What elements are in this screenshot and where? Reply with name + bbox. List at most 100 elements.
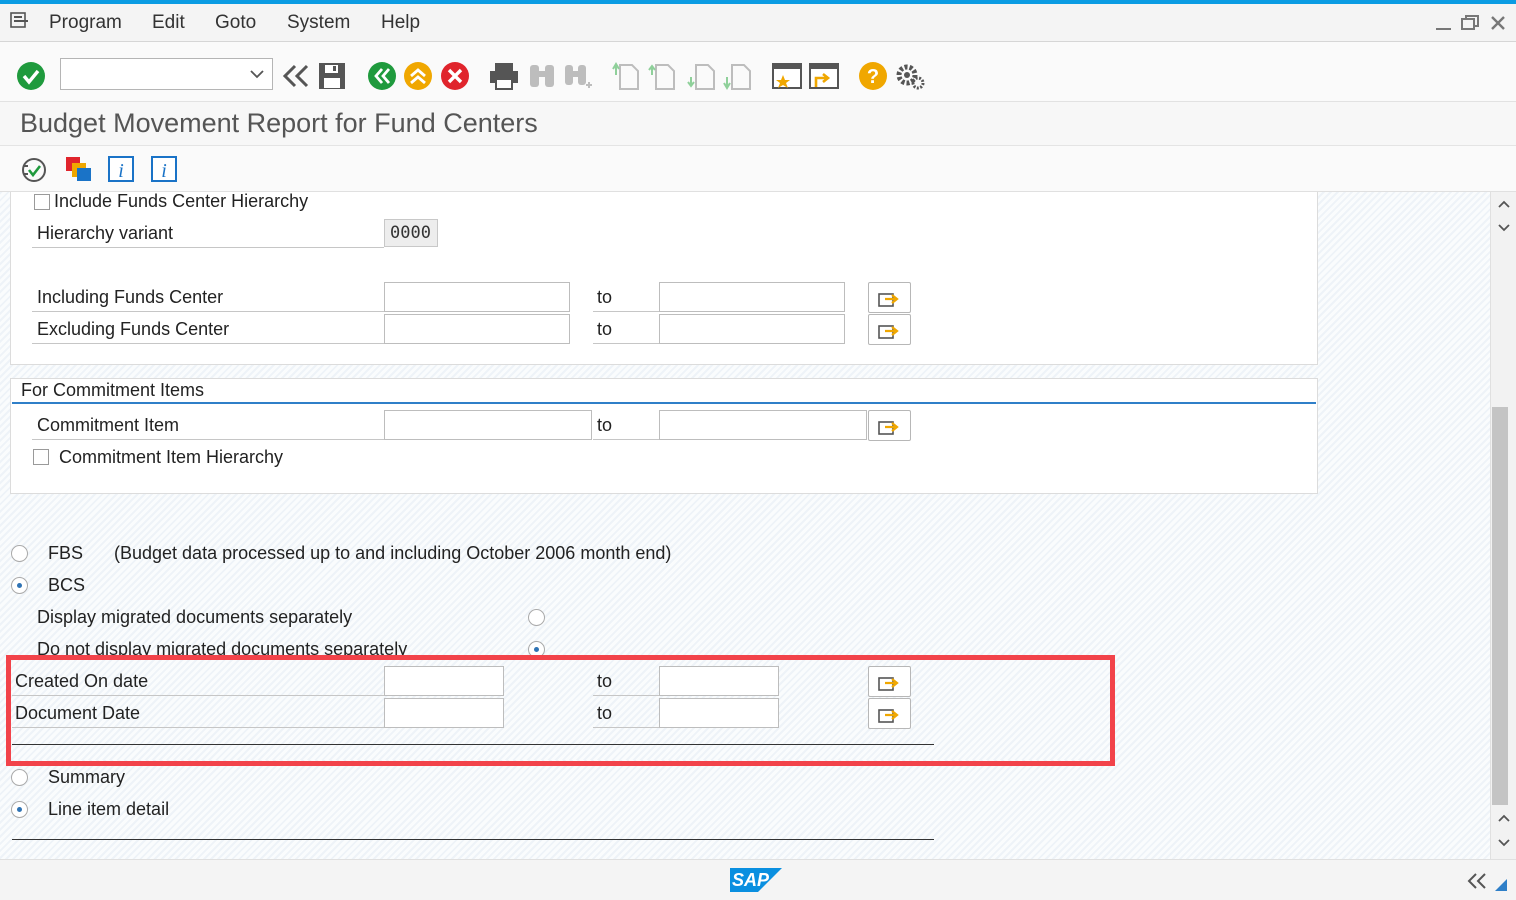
divider xyxy=(593,343,659,344)
menu-program-label: Program xyxy=(49,12,122,33)
find-icon xyxy=(530,65,554,87)
status-bar: SAP xyxy=(0,859,1516,900)
display-migrated-label: Display migrated documents separately xyxy=(37,607,353,627)
scroll-down-icon[interactable] xyxy=(1497,837,1511,849)
include-hierarchy-label: Include Funds Center Hierarchy xyxy=(54,192,309,211)
commitment-hierarchy-checkbox[interactable] xyxy=(33,449,49,465)
print-icon[interactable] xyxy=(488,61,520,91)
settings-gear-icon[interactable] xyxy=(895,61,925,91)
application-toolbar: i i xyxy=(0,146,1516,192)
highlight-box xyxy=(6,655,1115,766)
to-label: to xyxy=(597,319,613,339)
multiple-selection-icon xyxy=(878,325,899,339)
summary-label: Summary xyxy=(48,767,126,787)
standard-toolbar: ? xyxy=(0,42,1516,102)
scroll-down-icon[interactable] xyxy=(1497,222,1511,234)
excluding-funds-center-to-input[interactable] xyxy=(659,314,845,344)
close-window-icon[interactable] xyxy=(1489,14,1507,32)
line-item-detail-label: Line item detail xyxy=(48,799,170,819)
restore-icon[interactable] xyxy=(1460,14,1482,32)
fbs-note: (Budget data processed up to and includi… xyxy=(114,543,672,563)
to-label: to xyxy=(597,287,613,307)
divider xyxy=(593,439,659,440)
selection-screen: Include Funds Center Hierarchy Hierarchy… xyxy=(0,192,1490,859)
previous-page-icon xyxy=(648,64,675,90)
create-session-icon[interactable] xyxy=(771,61,803,91)
divider xyxy=(32,247,384,248)
commitment-item-to-input[interactable] xyxy=(659,410,867,440)
excluding-funds-center-multiple-button[interactable] xyxy=(868,314,911,345)
line-item-detail-radio[interactable] xyxy=(11,801,28,818)
cancel-icon[interactable] xyxy=(440,61,470,91)
divider xyxy=(593,311,659,312)
enter-check-icon[interactable] xyxy=(16,61,46,91)
including-funds-center-label: Including Funds Center xyxy=(37,287,224,307)
multiple-selection-icon xyxy=(878,293,899,307)
menu-help-label: Help xyxy=(381,12,421,33)
bcs-label: BCS xyxy=(48,575,86,595)
chevron-down-icon[interactable] xyxy=(249,68,265,80)
first-page-icon xyxy=(612,62,639,90)
title-bar: Budget Movement Report for Fund Centers xyxy=(0,102,1516,146)
resize-grip-icon[interactable] xyxy=(1494,878,1508,892)
menu-edit-label: Edit xyxy=(152,12,185,33)
summary-radio[interactable] xyxy=(11,769,28,786)
scroll-up-icon[interactable] xyxy=(1497,198,1511,210)
page-title: Budget Movement Report for Fund Centers xyxy=(20,108,538,138)
menu-program[interactable]: Program xyxy=(49,12,122,34)
save-icon[interactable] xyxy=(317,61,347,91)
commitment-item-label: Commitment Item xyxy=(37,415,180,435)
divider xyxy=(32,311,384,312)
menu-system[interactable]: System xyxy=(287,12,350,34)
menu-goto[interactable]: Goto xyxy=(215,12,256,34)
back-double-chevron-icon[interactable] xyxy=(281,62,311,90)
bcs-radio[interactable] xyxy=(11,577,28,594)
next-page-icon xyxy=(687,64,715,90)
back-icon[interactable] xyxy=(367,61,397,91)
scroll-thumb[interactable] xyxy=(1492,407,1508,805)
svg-text:i: i xyxy=(161,160,167,182)
execute-icon[interactable] xyxy=(20,156,48,184)
hierarchy-variant-label: Hierarchy variant xyxy=(37,223,174,243)
get-variant-icon[interactable] xyxy=(64,155,94,183)
multiple-selection-icon xyxy=(878,421,899,435)
sap-logo-text: SAP xyxy=(732,870,770,890)
menu-system-label: System xyxy=(287,12,351,33)
vertical-scrollbar[interactable] xyxy=(1490,192,1516,859)
fbs-radio[interactable] xyxy=(11,545,28,562)
exit-icon[interactable] xyxy=(403,61,433,91)
scroll-up-icon[interactable] xyxy=(1497,812,1511,824)
sap-menu-icon[interactable] xyxy=(10,11,32,31)
to-label: to xyxy=(597,415,613,435)
including-funds-center-to-input[interactable] xyxy=(659,282,845,312)
menu-edit[interactable]: Edit xyxy=(152,12,185,34)
svg-text:i: i xyxy=(118,160,124,182)
section-divider xyxy=(12,839,934,840)
menu-goto-label: Goto xyxy=(215,12,257,33)
including-funds-center-multiple-button[interactable] xyxy=(868,282,911,313)
help-icon[interactable]: ? xyxy=(858,61,888,91)
fbs-label: FBS xyxy=(48,543,84,563)
display-migrated-radio[interactable] xyxy=(528,609,545,626)
program-documentation-icon[interactable]: i xyxy=(150,155,178,183)
including-funds-center-from-input[interactable] xyxy=(384,282,570,312)
commitment-item-from-input[interactable] xyxy=(384,410,592,440)
section-title-underline xyxy=(12,402,1316,404)
menu-help[interactable]: Help xyxy=(381,12,420,34)
shortcut-icon[interactable] xyxy=(808,61,840,91)
commitment-hierarchy-label: Commitment Item Hierarchy xyxy=(59,447,284,467)
command-field[interactable] xyxy=(60,58,273,90)
minimize-icon[interactable] xyxy=(1434,16,1454,32)
menu-bar: Program Edit Goto System Help xyxy=(0,4,1516,42)
hierarchy-variant-field: 0000 xyxy=(384,219,438,247)
commitment-section-title: For Commitment Items xyxy=(21,380,205,400)
excluding-funds-center-label: Excluding Funds Center xyxy=(37,319,230,339)
commitment-item-multiple-button[interactable] xyxy=(868,410,911,441)
command-input[interactable] xyxy=(61,59,241,87)
collapse-status-icon[interactable] xyxy=(1466,872,1488,890)
divider xyxy=(32,343,384,344)
include-hierarchy-checkbox[interactable] xyxy=(34,194,50,210)
info-icon[interactable]: i xyxy=(107,155,135,183)
last-page-icon xyxy=(723,64,751,90)
excluding-funds-center-from-input[interactable] xyxy=(384,314,570,344)
